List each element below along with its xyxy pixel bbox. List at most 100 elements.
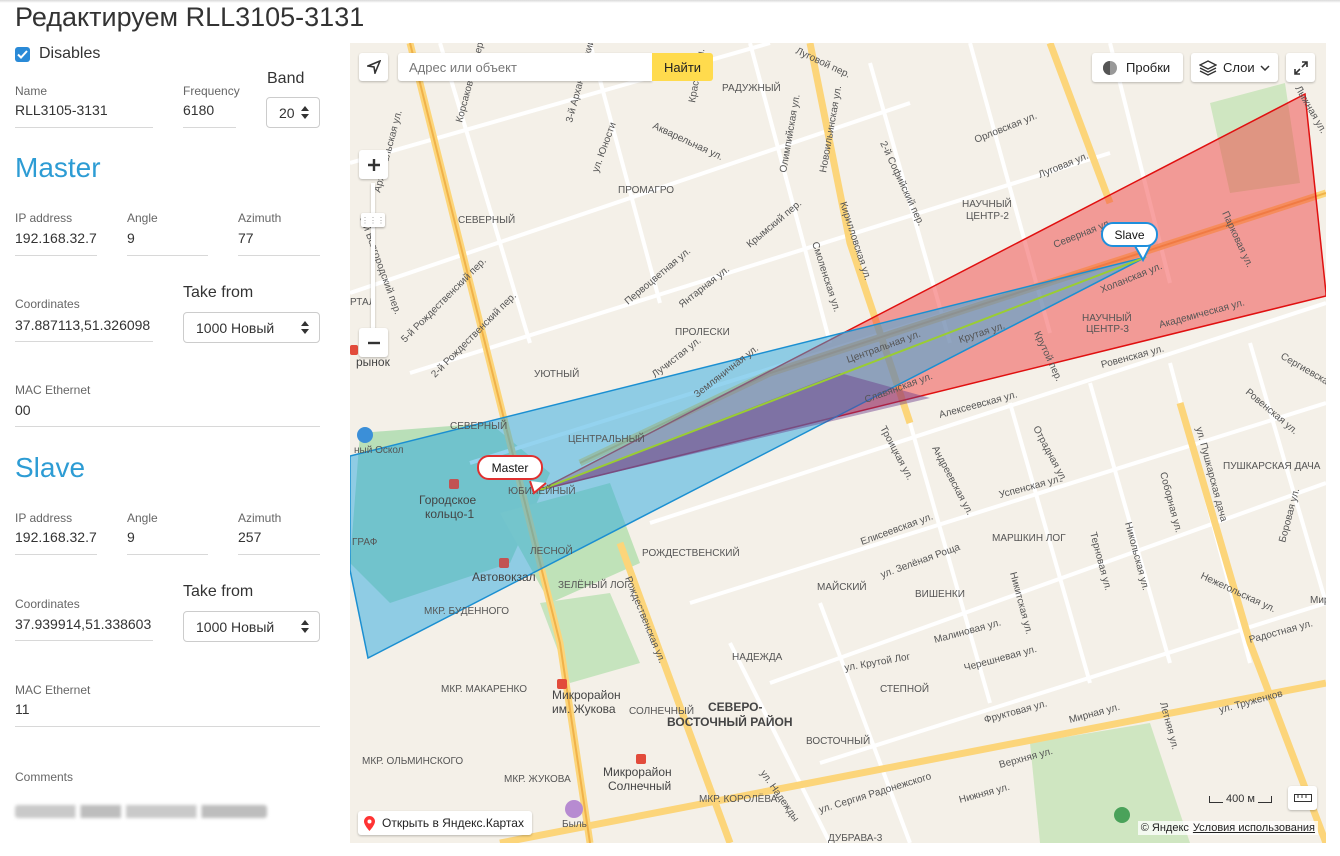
map-label: Микрорайон — [603, 765, 672, 779]
master-coords-label: Coordinates — [15, 297, 80, 311]
navigation-arrow-icon — [366, 60, 381, 74]
band-value: 20 — [279, 104, 295, 121]
map-label: ГРАФ — [352, 537, 378, 548]
master-azimuth-input[interactable]: 77 — [238, 230, 254, 246]
map-label: МКР. БУДЕННОГО — [424, 606, 509, 617]
master-angle-label: Angle — [127, 211, 158, 225]
street-label: Отрадная ул. — [1030, 424, 1069, 484]
map-label: им. Жукова — [552, 702, 616, 716]
frequency-label: Frequency — [183, 84, 240, 98]
expand-icon — [1293, 60, 1308, 75]
map-label: РОЖДЕСТВЕНСКИЙ — [642, 546, 740, 559]
map-label: ПРОЛЕСКИ — [675, 327, 730, 338]
slave-azimuth-input[interactable]: 257 — [238, 529, 261, 545]
street-label: Олимпийская ул. — [778, 94, 803, 174]
park-area — [540, 593, 640, 683]
slave-marker[interactable]: Slave — [1101, 222, 1158, 247]
shop-icon — [357, 427, 373, 443]
map-label: Солнечный — [608, 779, 671, 793]
ruler-button[interactable] — [1288, 786, 1317, 810]
master-azimuth-label: Azimuth — [238, 211, 282, 225]
map-label: УЮТНЫЙ — [534, 367, 579, 380]
copyright-text: © Яндекс — [1140, 822, 1189, 834]
layers-button[interactable]: Слои — [1191, 53, 1278, 82]
master-angle-input[interactable]: 9 — [127, 230, 135, 246]
map-label: МАРШКИН ЛОГ — [992, 533, 1066, 544]
slave-ip-underline — [15, 554, 97, 555]
map-canvas[interactable]: РАДУЖНЫЙ ПРОМАГРО СЕВЕРНЫЙ НАУЧНЫЙ ЦЕНТР… — [350, 43, 1326, 843]
master-coords-input[interactable]: 37.887113,51.326098 — [15, 317, 150, 333]
bus-station-icon — [449, 479, 459, 489]
slave-coords-input[interactable]: 37.939914,51.338603 — [15, 616, 151, 632]
master-marker[interactable]: Master — [477, 455, 543, 480]
map-label: НАУЧНЫЙ — [962, 197, 1012, 210]
terms-link[interactable]: Условия использования — [1193, 822, 1315, 834]
master-ip-input[interactable]: 192.168.32.7 — [15, 230, 97, 246]
map-label: ПРОМАГРО — [618, 185, 674, 196]
name-underline — [15, 127, 153, 128]
slave-mac-label: MAC Ethernet — [15, 683, 91, 697]
master-mac-label: MAC Ethernet — [15, 383, 91, 397]
comments-blurred-text[interactable] — [15, 805, 267, 818]
slave-angle-input[interactable]: 9 — [127, 529, 135, 545]
ruler-icon — [1293, 794, 1312, 802]
zoom-slider-handle[interactable]: ⋮⋮⋮ — [361, 213, 385, 227]
map[interactable]: РАДУЖНЫЙ ПРОМАГРО СЕВЕРНЫЙ НАУЧНЫЙ ЦЕНТР… — [350, 43, 1326, 843]
plus-icon — [367, 158, 380, 171]
master-mac-input[interactable]: 00 — [15, 402, 31, 418]
map-label: Быль — [562, 819, 587, 830]
map-label: РАДУЖНЫЙ — [722, 81, 781, 94]
street-label: Кирилловская ул. — [837, 201, 873, 282]
slave-heading: Slave — [15, 452, 86, 483]
band-select[interactable]: 20 — [266, 97, 320, 128]
master-take-from-select[interactable]: 1000 Новый — [183, 312, 320, 343]
checkmark-icon[interactable] — [15, 46, 30, 62]
name-label: Name — [15, 84, 48, 98]
page-title: Редактируем RLL3105-3131 — [15, 2, 365, 32]
street-label: Орловская ул. — [973, 111, 1039, 146]
map-label: ЦЕНТР-2 — [966, 211, 1009, 222]
master-azimuth-underline — [238, 255, 320, 256]
street-label: Сергиевская ул. — [1279, 351, 1327, 398]
map-label: ЦЕНТРАЛЬНЫЙ — [568, 432, 645, 445]
slave-ip-input[interactable]: 192.168.32.7 — [15, 529, 97, 545]
updown-caret-icon — [301, 321, 309, 334]
map-label: СЕВЕРНЫЙ — [450, 419, 507, 432]
traffic-button[interactable]: Пробки — [1092, 53, 1183, 82]
fullscreen-button[interactable] — [1286, 53, 1315, 82]
map-label: ВИШЕНКИ — [915, 589, 965, 600]
map-label: ПУШКАРСКАЯ ДАЧА — [1223, 461, 1321, 472]
master-ip-label: IP address — [15, 211, 73, 225]
map-label: ный Оскол — [354, 445, 404, 456]
map-label: ЗЕЛЁНЫЙ ЛОГ — [558, 578, 630, 591]
bus-station-icon — [557, 679, 567, 689]
scale-bar-left — [1209, 795, 1224, 803]
slave-mac-input[interactable]: 11 — [15, 701, 30, 717]
street-label: Никитская ул. — [1007, 571, 1034, 636]
street-label: Троицкая ул. — [877, 424, 915, 482]
map-label: ВОСТОЧНЫЙ — [806, 734, 870, 747]
slave-azimuth-label: Azimuth — [238, 511, 282, 525]
traffic-label: Пробки — [1126, 60, 1171, 75]
map-label: Городское — [419, 493, 477, 507]
disables-checkbox[interactable]: Disables — [15, 45, 100, 63]
geolocation-button[interactable] — [359, 53, 388, 81]
map-copyright: © Яндекс Условия использования — [1137, 821, 1318, 835]
zoom-in-button[interactable] — [359, 150, 388, 179]
zoom-slider-track[interactable] — [371, 183, 375, 333]
slave-azimuth-underline — [238, 554, 320, 555]
slave-take-from-value: 1000 Новый — [196, 618, 275, 635]
updown-caret-icon — [301, 106, 309, 119]
scale-bar-right — [1258, 795, 1272, 803]
map-label: Микрорайон — [552, 688, 621, 702]
map-search-input[interactable] — [398, 53, 652, 81]
name-input[interactable]: RLL3105-3131 — [15, 102, 108, 118]
find-button[interactable]: Найти — [652, 53, 713, 81]
street-label: Соборная ул. — [1157, 471, 1185, 534]
slave-take-from-select[interactable]: 1000 Новый — [183, 611, 320, 642]
zoom-out-button[interactable] — [359, 328, 388, 357]
frequency-input[interactable]: 6180 — [183, 102, 214, 118]
map-scale: 400 м — [1209, 793, 1272, 805]
street-label: Мирная — [1310, 595, 1326, 606]
open-in-yandex-maps-button[interactable]: Открыть в Яндекс.Картах — [358, 811, 532, 835]
